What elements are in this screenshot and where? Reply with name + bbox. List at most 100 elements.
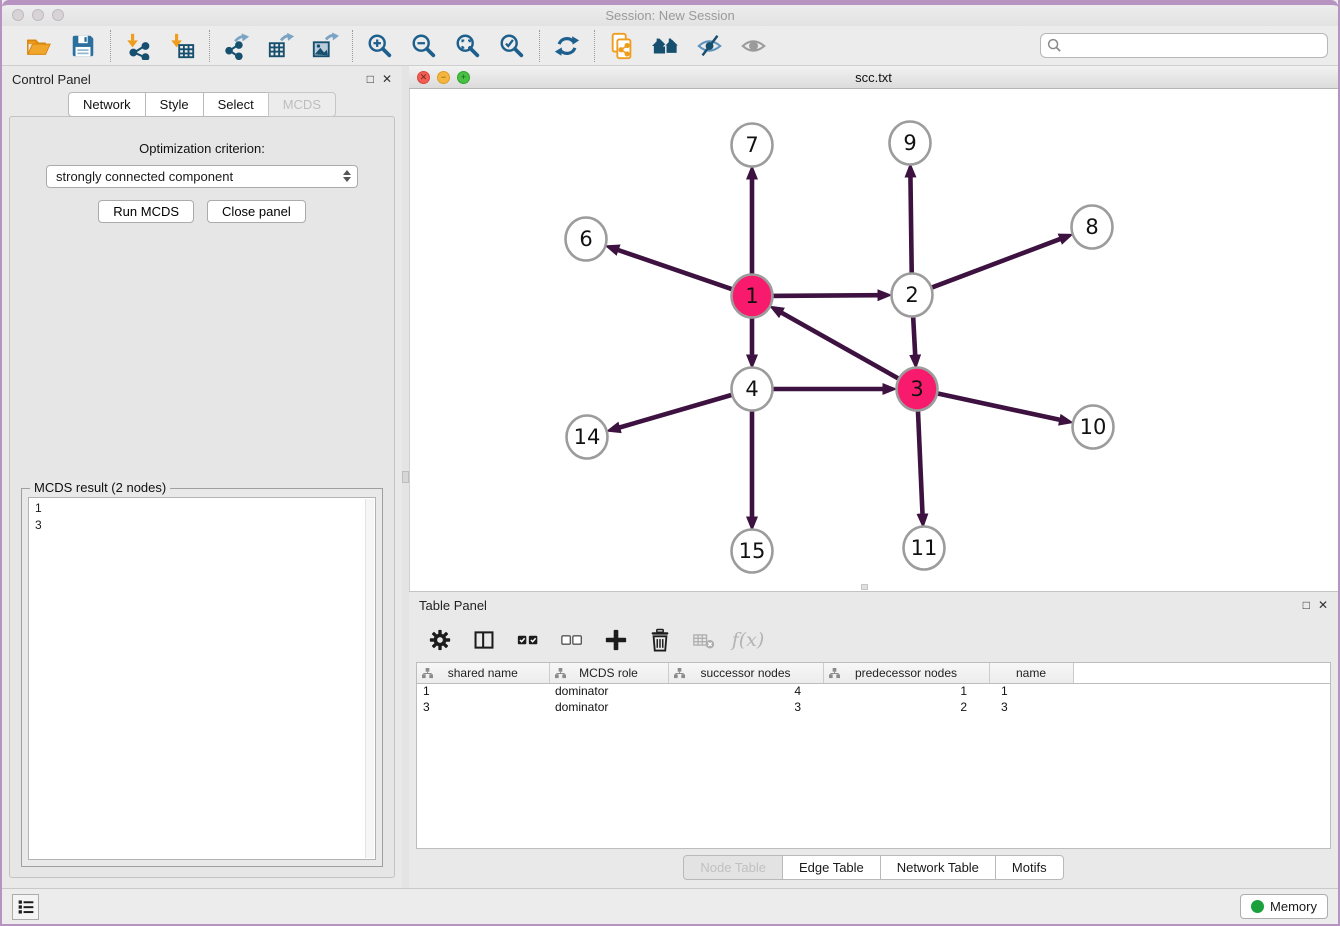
zoom-window-icon[interactable] [52,9,64,21]
zoom-in-icon [366,32,394,60]
column-header-successor-nodes[interactable]: successor nodes [668,663,823,683]
import-network-button[interactable] [123,31,153,61]
show-hidden-button[interactable] [739,31,769,61]
graph-node-label: 1 [745,284,758,308]
graph-edge-2-9[interactable] [910,176,911,278]
table-panel-header: Table Panel □ ✕ [409,592,1338,618]
delete-column-button[interactable] [647,627,673,653]
minimize-window-icon[interactable] [32,9,44,21]
memory-button[interactable]: Memory [1240,894,1328,919]
control-panel-tabs: Network Style Select MCDS [2,92,402,117]
table-panel-title: Table Panel [419,598,487,613]
function-builder-button: f(x) [735,627,761,653]
tab-mcds[interactable]: MCDS [268,92,336,117]
column-header-shared-name[interactable]: shared name [417,663,549,683]
fx-icon: f(x) [732,629,765,651]
graph-edge-3-1[interactable] [781,312,902,380]
tab-network-table[interactable]: Network Table [880,855,996,880]
zoom-selected-icon [498,32,526,60]
table-row[interactable]: 1 dominator 4 1 1 [417,683,1330,699]
delete-table-icon [692,629,716,651]
close-table-panel-icon[interactable]: ✕ [1318,599,1328,611]
table-panel-tabs: Node Table Edge Table Network Table Moti… [409,849,1338,888]
network-graph: 7968124314101511 [410,89,1340,591]
export-network-button[interactable] [222,31,252,61]
column-header-mcds-role[interactable]: MCDS role [549,663,668,683]
network-window-title: scc.txt [855,70,892,85]
close-panel-button[interactable]: Close panel [207,200,306,223]
apply-layout-button[interactable] [552,31,582,61]
zoom-out-button[interactable] [409,31,439,61]
gear-icon [429,629,451,651]
search-box [1040,33,1328,58]
save-session-button[interactable] [68,31,98,61]
graph-node-label: 3 [910,377,923,401]
graph-edge-3-11[interactable] [918,405,923,514]
table-toolbar: f(x) [409,618,1338,660]
splitter-handle[interactable] [402,471,409,483]
graph-edge-1-6[interactable] [618,250,737,291]
float-table-panel-icon[interactable]: □ [1303,599,1310,611]
zoom-network-icon[interactable]: + [457,71,470,84]
table-settings-button[interactable] [427,627,453,653]
search-input[interactable] [1040,33,1328,58]
canvas-splitter-handle[interactable] [861,584,868,590]
list-icon [17,898,35,916]
zoom-in-button[interactable] [365,31,395,61]
column-header-predecessor-nodes[interactable]: predecessor nodes [823,663,989,683]
panel-splitter[interactable] [402,66,409,888]
graph-node-label: 6 [579,227,592,251]
tab-motifs[interactable]: Motifs [995,855,1064,880]
homes-icon [651,32,681,60]
tab-node-table[interactable]: Node Table [683,855,783,880]
eye-slash-icon [696,32,724,60]
minimize-network-icon[interactable]: − [437,71,450,84]
open-session-button[interactable] [24,31,54,61]
graph-edge-2-3[interactable] [913,311,915,355]
zoom-selected-button[interactable] [497,31,527,61]
graph-edge-4-14[interactable] [619,394,736,428]
export-image-button[interactable] [310,31,340,61]
mcds-result-list[interactable]: 1 3 [28,497,376,860]
close-network-icon[interactable]: ✕ [417,71,430,84]
float-panel-icon[interactable]: □ [367,73,374,85]
clone-network-button[interactable] [607,31,637,61]
eye-icon [740,32,768,60]
network-view-window: ✕ − + scc.txt 7968124314101511 [409,66,1338,591]
tab-edge-table[interactable]: Edge Table [782,855,881,880]
control-panel-header: Control Panel □ ✕ [2,66,402,92]
close-panel-icon[interactable]: ✕ [382,73,392,85]
graph-edge-2-8[interactable] [927,239,1060,289]
close-window-icon[interactable] [12,9,24,21]
select-all-button[interactable] [515,627,541,653]
criterion-select[interactable]: strongly connected component [46,165,358,188]
window-titlebar: Session: New Session [2,0,1338,26]
network-window-titlebar[interactable]: ✕ − + scc.txt [409,66,1338,89]
export-table-button[interactable] [266,31,296,61]
graph-edge-1-2[interactable] [768,295,878,296]
zoom-fit-button[interactable] [453,31,483,61]
result-scrollbar[interactable] [365,499,374,858]
run-mcds-button[interactable]: Run MCDS [98,200,194,223]
show-all-networks-button[interactable] [651,31,681,61]
network-canvas[interactable]: 7968124314101511 [409,89,1338,591]
node-table: shared name MCDS role successor nodes [417,663,1330,715]
task-history-button[interactable] [12,894,39,920]
column-type-icon [674,668,685,679]
graph-edge-3-10[interactable] [933,392,1060,419]
clone-network-icon [608,32,636,60]
create-column-button[interactable] [603,627,629,653]
tab-select[interactable]: Select [203,92,269,117]
tab-network[interactable]: Network [68,92,146,117]
memory-status-icon [1251,900,1264,913]
import-table-button[interactable] [167,31,197,61]
deselect-all-button[interactable] [559,627,585,653]
hide-selected-button[interactable] [695,31,725,61]
tab-style[interactable]: Style [145,92,204,117]
refresh-icon [553,32,581,60]
table-row[interactable]: 3 dominator 3 2 3 [417,699,1330,715]
column-panel-button[interactable] [471,627,497,653]
mcds-result-title: MCDS result (2 nodes) [30,480,170,495]
graph-node-label: 15 [739,539,766,563]
column-header-name[interactable]: name [989,663,1073,683]
